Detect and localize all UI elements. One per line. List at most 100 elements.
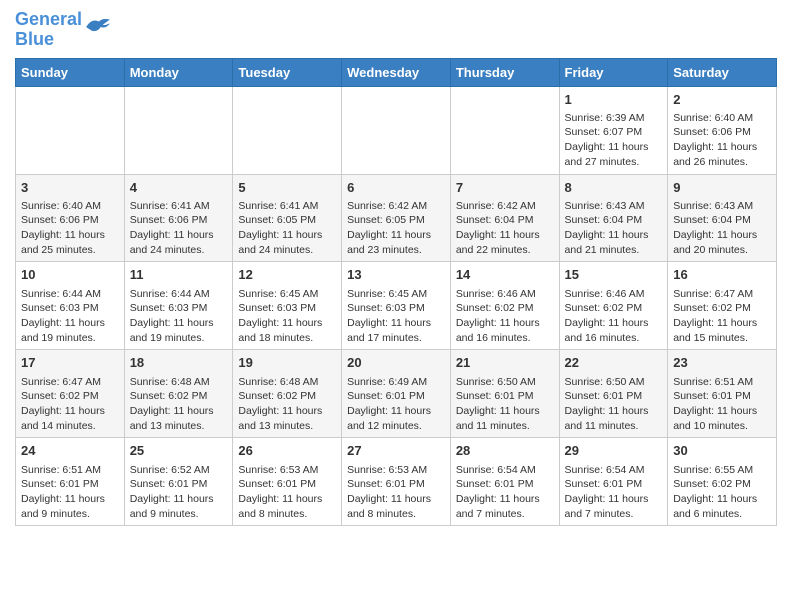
day-number: 25	[130, 442, 228, 460]
day-info: Sunrise: 6:41 AM Sunset: 6:06 PM Dayligh…	[130, 200, 214, 256]
calendar-cell: 21 Sunrise: 6:50 AM Sunset: 6:01 PM Dayli…	[450, 350, 559, 438]
day-number: 11	[130, 266, 228, 284]
calendar-cell	[233, 86, 342, 174]
day-number: 16	[673, 266, 771, 284]
day-info: Sunrise: 6:47 AM Sunset: 6:02 PM Dayligh…	[673, 288, 757, 344]
day-number: 14	[456, 266, 554, 284]
day-info: Sunrise: 6:41 AM Sunset: 6:05 PM Dayligh…	[238, 200, 322, 256]
day-info: Sunrise: 6:53 AM Sunset: 6:01 PM Dayligh…	[347, 464, 431, 520]
day-number: 13	[347, 266, 445, 284]
day-info: Sunrise: 6:52 AM Sunset: 6:01 PM Dayligh…	[130, 464, 214, 520]
day-number: 10	[21, 266, 119, 284]
weekday-header-sunday: Sunday	[16, 58, 125, 86]
day-info: Sunrise: 6:50 AM Sunset: 6:01 PM Dayligh…	[565, 376, 649, 432]
day-number: 9	[673, 179, 771, 197]
day-info: Sunrise: 6:45 AM Sunset: 6:03 PM Dayligh…	[238, 288, 322, 344]
day-info: Sunrise: 6:46 AM Sunset: 6:02 PM Dayligh…	[456, 288, 540, 344]
calendar-cell: 26 Sunrise: 6:53 AM Sunset: 6:01 PM Dayli…	[233, 438, 342, 526]
week-row-4: 17 Sunrise: 6:47 AM Sunset: 6:02 PM Dayli…	[16, 350, 777, 438]
weekday-header-monday: Monday	[124, 58, 233, 86]
day-number: 4	[130, 179, 228, 197]
calendar-cell: 7Sunrise: 6:42 AM Sunset: 6:04 PM Daylig…	[450, 174, 559, 262]
calendar-cell: 24 Sunrise: 6:51 AM Sunset: 6:01 PM Dayli…	[16, 438, 125, 526]
calendar-cell: 2Sunrise: 6:40 AM Sunset: 6:06 PM Daylig…	[668, 86, 777, 174]
calendar-cell: 25 Sunrise: 6:52 AM Sunset: 6:01 PM Dayli…	[124, 438, 233, 526]
calendar-cell: 19Sunrise: 6:48 AM Sunset: 6:02 PM Dayli…	[233, 350, 342, 438]
day-info: Sunrise: 6:44 AM Sunset: 6:03 PM Dayligh…	[130, 288, 214, 344]
page-header: GeneralBlue	[15, 10, 777, 50]
calendar-cell: 1 Sunrise: 6:39 AM Sunset: 6:07 PM Daylig…	[559, 86, 668, 174]
week-row-2: 3 Sunrise: 6:40 AM Sunset: 6:06 PM Daylig…	[16, 174, 777, 262]
day-info: Sunrise: 6:49 AM Sunset: 6:01 PM Dayligh…	[347, 376, 431, 432]
day-info: Sunrise: 6:48 AM Sunset: 6:02 PM Dayligh…	[238, 376, 322, 432]
calendar-cell: 15 Sunrise: 6:46 AM Sunset: 6:02 PM Dayli…	[559, 262, 668, 350]
calendar-cell: 8Sunrise: 6:43 AM Sunset: 6:04 PM Daylig…	[559, 174, 668, 262]
day-info: Sunrise: 6:50 AM Sunset: 6:01 PM Dayligh…	[456, 376, 540, 432]
day-info: Sunrise: 6:51 AM Sunset: 6:01 PM Dayligh…	[673, 376, 757, 432]
weekday-header-wednesday: Wednesday	[342, 58, 451, 86]
day-number: 5	[238, 179, 336, 197]
day-info: Sunrise: 6:39 AM Sunset: 6:07 PM Dayligh…	[565, 112, 649, 168]
calendar-cell: 5 Sunrise: 6:41 AM Sunset: 6:05 PM Daylig…	[233, 174, 342, 262]
day-info: Sunrise: 6:42 AM Sunset: 6:04 PM Dayligh…	[456, 200, 540, 256]
day-number: 27	[347, 442, 445, 460]
day-number: 20	[347, 354, 445, 372]
logo-bird-icon	[84, 16, 112, 38]
calendar-cell: 13Sunrise: 6:45 AM Sunset: 6:03 PM Dayli…	[342, 262, 451, 350]
day-number: 24	[21, 442, 119, 460]
day-number: 28	[456, 442, 554, 460]
calendar-cell: 23 Sunrise: 6:51 AM Sunset: 6:01 PM Dayli…	[668, 350, 777, 438]
day-info: Sunrise: 6:44 AM Sunset: 6:03 PM Dayligh…	[21, 288, 105, 344]
day-info: Sunrise: 6:47 AM Sunset: 6:02 PM Dayligh…	[21, 376, 105, 432]
day-number: 22	[565, 354, 663, 372]
day-number: 1	[565, 91, 663, 109]
day-info: Sunrise: 6:55 AM Sunset: 6:02 PM Dayligh…	[673, 464, 757, 520]
day-number: 2	[673, 91, 771, 109]
day-number: 18	[130, 354, 228, 372]
day-info: Sunrise: 6:48 AM Sunset: 6:02 PM Dayligh…	[130, 376, 214, 432]
calendar-cell	[450, 86, 559, 174]
weekday-header-row: SundayMondayTuesdayWednesdayThursdayFrid…	[16, 58, 777, 86]
weekday-header-friday: Friday	[559, 58, 668, 86]
day-info: Sunrise: 6:40 AM Sunset: 6:06 PM Dayligh…	[21, 200, 105, 256]
calendar-cell: 16 Sunrise: 6:47 AM Sunset: 6:02 PM Dayli…	[668, 262, 777, 350]
day-info: Sunrise: 6:54 AM Sunset: 6:01 PM Dayligh…	[456, 464, 540, 520]
logo-text: GeneralBlue	[15, 10, 82, 50]
calendar-cell	[342, 86, 451, 174]
day-number: 15	[565, 266, 663, 284]
day-number: 23	[673, 354, 771, 372]
calendar-table: SundayMondayTuesdayWednesdayThursdayFrid…	[15, 58, 777, 527]
day-info: Sunrise: 6:54 AM Sunset: 6:01 PM Dayligh…	[565, 464, 649, 520]
day-number: 17	[21, 354, 119, 372]
calendar-cell: 18 Sunrise: 6:48 AM Sunset: 6:02 PM Dayli…	[124, 350, 233, 438]
calendar-cell: 12 Sunrise: 6:45 AM Sunset: 6:03 PM Dayli…	[233, 262, 342, 350]
day-number: 29	[565, 442, 663, 460]
weekday-header-saturday: Saturday	[668, 58, 777, 86]
weekday-header-thursday: Thursday	[450, 58, 559, 86]
calendar-cell: 6Sunrise: 6:42 AM Sunset: 6:05 PM Daylig…	[342, 174, 451, 262]
logo: GeneralBlue	[15, 10, 112, 50]
calendar-cell: 22 Sunrise: 6:50 AM Sunset: 6:01 PM Dayli…	[559, 350, 668, 438]
calendar-cell: 29 Sunrise: 6:54 AM Sunset: 6:01 PM Dayli…	[559, 438, 668, 526]
calendar-cell: 28 Sunrise: 6:54 AM Sunset: 6:01 PM Dayli…	[450, 438, 559, 526]
calendar-cell: 3 Sunrise: 6:40 AM Sunset: 6:06 PM Daylig…	[16, 174, 125, 262]
day-number: 26	[238, 442, 336, 460]
day-info: Sunrise: 6:51 AM Sunset: 6:01 PM Dayligh…	[21, 464, 105, 520]
calendar-cell: 10 Sunrise: 6:44 AM Sunset: 6:03 PM Dayli…	[16, 262, 125, 350]
day-number: 8	[565, 179, 663, 197]
day-info: Sunrise: 6:53 AM Sunset: 6:01 PM Dayligh…	[238, 464, 322, 520]
calendar-cell: 14 Sunrise: 6:46 AM Sunset: 6:02 PM Dayli…	[450, 262, 559, 350]
day-number: 12	[238, 266, 336, 284]
calendar-cell	[16, 86, 125, 174]
calendar-cell: 4 Sunrise: 6:41 AM Sunset: 6:06 PM Daylig…	[124, 174, 233, 262]
calendar-cell: 30 Sunrise: 6:55 AM Sunset: 6:02 PM Dayli…	[668, 438, 777, 526]
day-info: Sunrise: 6:46 AM Sunset: 6:02 PM Dayligh…	[565, 288, 649, 344]
day-number: 30	[673, 442, 771, 460]
day-info: Sunrise: 6:43 AM Sunset: 6:04 PM Dayligh…	[673, 200, 757, 256]
calendar-cell: 17 Sunrise: 6:47 AM Sunset: 6:02 PM Dayli…	[16, 350, 125, 438]
week-row-3: 10 Sunrise: 6:44 AM Sunset: 6:03 PM Dayli…	[16, 262, 777, 350]
week-row-1: 1 Sunrise: 6:39 AM Sunset: 6:07 PM Daylig…	[16, 86, 777, 174]
day-number: 3	[21, 179, 119, 197]
week-row-5: 24 Sunrise: 6:51 AM Sunset: 6:01 PM Dayli…	[16, 438, 777, 526]
day-number: 21	[456, 354, 554, 372]
